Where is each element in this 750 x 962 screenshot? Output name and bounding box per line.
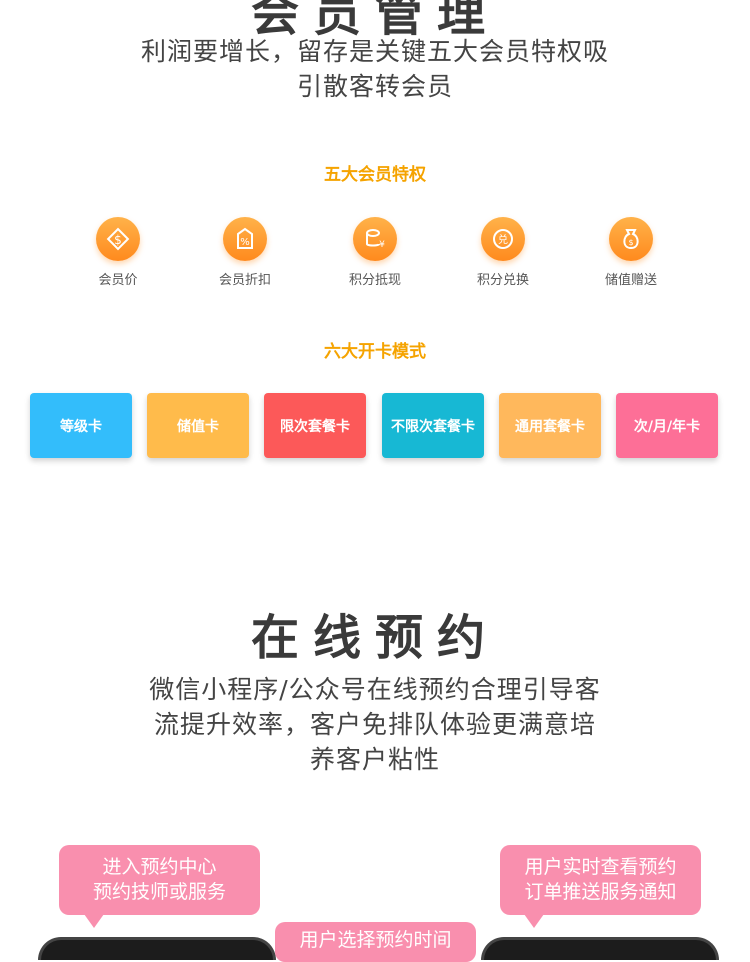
privileges-title: 五大会员特权	[324, 165, 426, 185]
booking-step-bubble-1: 进入预约中心 预约技师或服务	[59, 845, 260, 915]
bubble-tail	[84, 914, 104, 928]
privilege-label: 积分兑换	[476, 273, 529, 288]
dollar-tag-icon: $	[96, 217, 140, 261]
phone-mockup-left	[38, 937, 276, 960]
privilege-item-member-discount: % 会员折扣	[190, 217, 300, 288]
bubble-text-line2: 订单推送服务通知	[524, 881, 677, 903]
privilege-item-stored-value-gift: $ 储值赠送	[576, 217, 686, 288]
card-mode-stored-value[interactable]: 储值卡	[147, 393, 249, 458]
exchange-badge-icon: 兑	[481, 217, 525, 261]
money-bag-icon: $	[609, 217, 653, 261]
booking-description-line1: 微信小程序/公众号在线预约合理引导客	[149, 675, 601, 704]
booking-description-line3: 养客户粘性	[309, 745, 440, 774]
svg-text:¥: ¥	[379, 240, 385, 250]
bubble-text-line2: 预约技师或服务	[92, 881, 226, 903]
privilege-item-points-cash: ¥ 积分抵现	[320, 217, 430, 288]
card-mode-time-period[interactable]: 次/月/年卡	[616, 393, 718, 458]
booking-section-title: 在线预约	[250, 610, 499, 666]
booking-step-bubble-2: 用户选择预约时间	[275, 922, 476, 962]
privilege-label: 会员折扣	[218, 273, 271, 288]
bubble-text-line1: 进入预约中心	[102, 856, 217, 878]
phone-mockup-right	[481, 937, 719, 960]
booking-description-line2: 流提升效率，客户免排队体验更满意培	[153, 710, 596, 739]
bubble-text-line1: 用户选择预约时间	[299, 929, 452, 951]
svg-text:$: $	[114, 233, 122, 247]
privilege-label: 积分抵现	[348, 273, 401, 288]
percent-tag-icon: %	[223, 217, 267, 261]
privilege-label: 储值赠送	[604, 273, 657, 288]
booking-description: 微信小程序/公众号在线预约合理引导客 流提升效率，客户免排队体验更满意培 养客户…	[0, 672, 750, 777]
booking-step-bubble-3: 用户实时查看预约 订单推送服务通知	[500, 845, 701, 915]
member-description: 利润要增长，留存是关键五大会员特权吸 引散客转会员	[0, 34, 750, 104]
card-mode-unlimited-package[interactable]: 不限次套餐卡	[382, 393, 484, 458]
privilege-item-member-price: $ 会员价	[63, 217, 173, 288]
svg-text:兑: 兑	[498, 233, 508, 246]
member-description-line2: 引散客转会员	[296, 72, 453, 101]
privilege-item-points-exchange: 兑 积分兑换	[448, 217, 558, 288]
bubble-tail	[524, 914, 544, 928]
bubble-text-line1: 用户实时查看预约	[524, 856, 677, 878]
coin-stack-icon: ¥	[353, 217, 397, 261]
privilege-label: 会员价	[98, 273, 138, 288]
member-description-line1: 利润要增长，留存是关键五大会员特权吸	[140, 37, 609, 66]
card-mode-universal-package[interactable]: 通用套餐卡	[499, 393, 601, 458]
svg-text:%: %	[240, 237, 250, 248]
svg-text:$: $	[628, 238, 633, 247]
card-mode-level[interactable]: 等级卡	[30, 393, 132, 458]
card-modes-title: 六大开卡模式	[324, 342, 426, 362]
card-mode-limited-package[interactable]: 限次套餐卡	[264, 393, 366, 458]
